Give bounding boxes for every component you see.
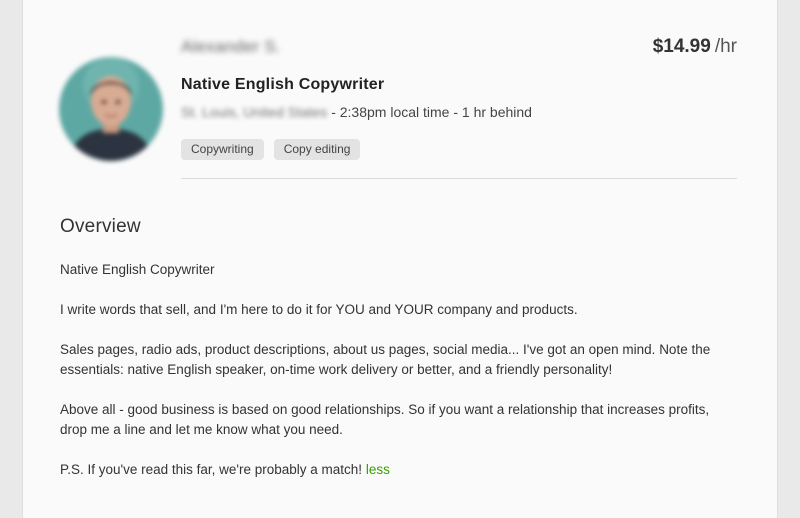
rate-amount: $14.99 bbox=[652, 36, 711, 57]
overview-paragraph: Native English Copywriter bbox=[60, 262, 215, 277]
overview-paragraph: P.S. If you've read this far, we're prob… bbox=[60, 460, 730, 480]
freelancer-profile-card: Alexander S. $14.99/hr Native English Co… bbox=[22, 0, 778, 518]
overview-paragraph: I write words that sell, and I'm here to… bbox=[60, 302, 578, 317]
location-time-line: St. Louis, United States - 2:38pm local … bbox=[181, 104, 532, 120]
local-time-text: - 2:38pm local time - 1 hr behind bbox=[327, 104, 532, 120]
overview-paragraph: Sales pages, radio ads, product descript… bbox=[60, 342, 711, 377]
overview-text: Native English Copywriter I write words … bbox=[60, 260, 730, 500]
overview-paragraph: Above all - good business is based on go… bbox=[60, 402, 710, 437]
profile-title: Native English Copywriter bbox=[181, 76, 385, 93]
skills-list: Copywriting Copy editing bbox=[181, 139, 361, 160]
freelancer-name[interactable]: Alexander S. bbox=[181, 37, 281, 57]
skill-tag-copy-editing[interactable]: Copy editing bbox=[273, 139, 361, 160]
overview-heading: Overview bbox=[60, 216, 141, 237]
location-text: St. Louis, United States bbox=[181, 104, 328, 120]
skill-tag-copywriting[interactable]: Copywriting bbox=[181, 139, 264, 160]
hourly-rate: $14.99/hr bbox=[653, 36, 737, 58]
avatar[interactable] bbox=[59, 57, 163, 161]
rate-unit: /hr bbox=[714, 36, 737, 57]
overview-last-line: P.S. If you've read this far, we're prob… bbox=[60, 462, 366, 477]
avatar-photo bbox=[59, 57, 163, 161]
divider bbox=[181, 178, 737, 179]
show-less-link[interactable]: less bbox=[366, 462, 390, 477]
